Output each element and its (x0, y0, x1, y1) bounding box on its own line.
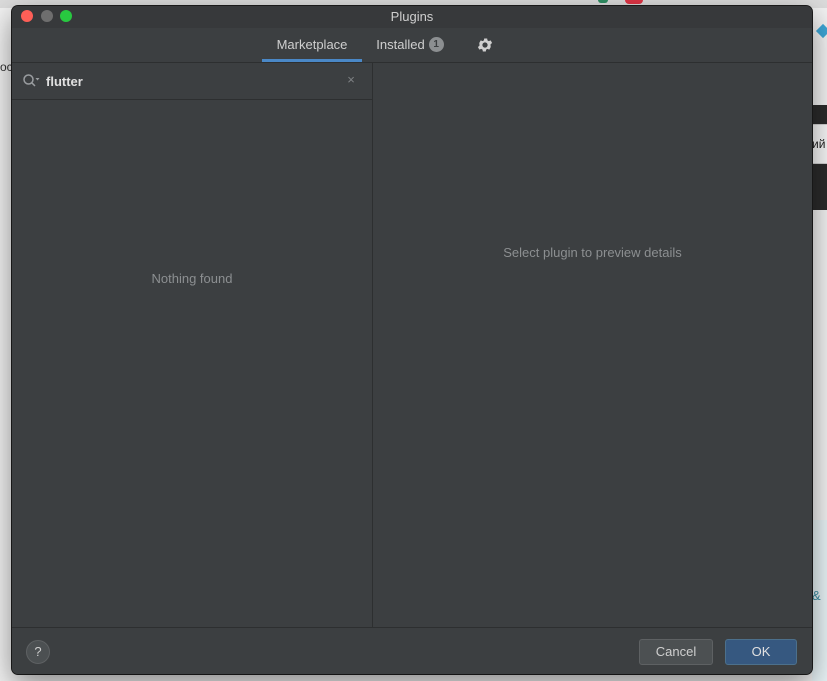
minimize-window-button[interactable] (41, 10, 53, 22)
background-green-indicator (598, 0, 608, 3)
gear-icon[interactable] (476, 36, 494, 54)
window-title: Plugins (390, 9, 434, 24)
ok-button[interactable]: OK (725, 639, 797, 665)
background-right-text: ий (812, 124, 827, 164)
search-bar: × (12, 63, 372, 100)
help-button[interactable]: ? (26, 640, 50, 664)
installed-count-badge: 1 (428, 37, 444, 53)
plugin-details-pane: Select plugin to preview details (373, 63, 812, 627)
background-left-text: ос (0, 60, 12, 74)
title-bar[interactable]: Plugins (12, 6, 812, 28)
plugin-list-pane: × Nothing found (12, 63, 373, 627)
tab-installed[interactable]: Installed 1 (370, 28, 450, 62)
background-diamond-icon (815, 23, 827, 39)
tab-marketplace[interactable]: Marketplace (262, 28, 362, 62)
maximize-window-button[interactable] (60, 10, 72, 22)
tab-marketplace-label: Marketplace (276, 37, 348, 52)
cancel-button[interactable]: Cancel (639, 639, 713, 665)
active-tab-indicator (262, 59, 362, 62)
tab-bar: Marketplace Installed 1 (12, 28, 812, 63)
close-window-button[interactable] (21, 10, 33, 22)
search-input[interactable] (46, 69, 336, 93)
dialog-footer: ? Cancel OK (12, 627, 812, 674)
search-icon[interactable] (22, 73, 40, 89)
preview-placeholder: Select plugin to preview details (503, 245, 682, 260)
empty-results-message: Nothing found (151, 271, 233, 286)
tab-installed-label: Installed (376, 37, 425, 52)
plugins-dialog: Plugins Marketplace Installed1 × Nothing… (12, 6, 812, 674)
background-red-indicator (625, 0, 643, 4)
close-icon[interactable]: × (344, 73, 358, 87)
background-right-bottom-text: & (812, 588, 821, 603)
